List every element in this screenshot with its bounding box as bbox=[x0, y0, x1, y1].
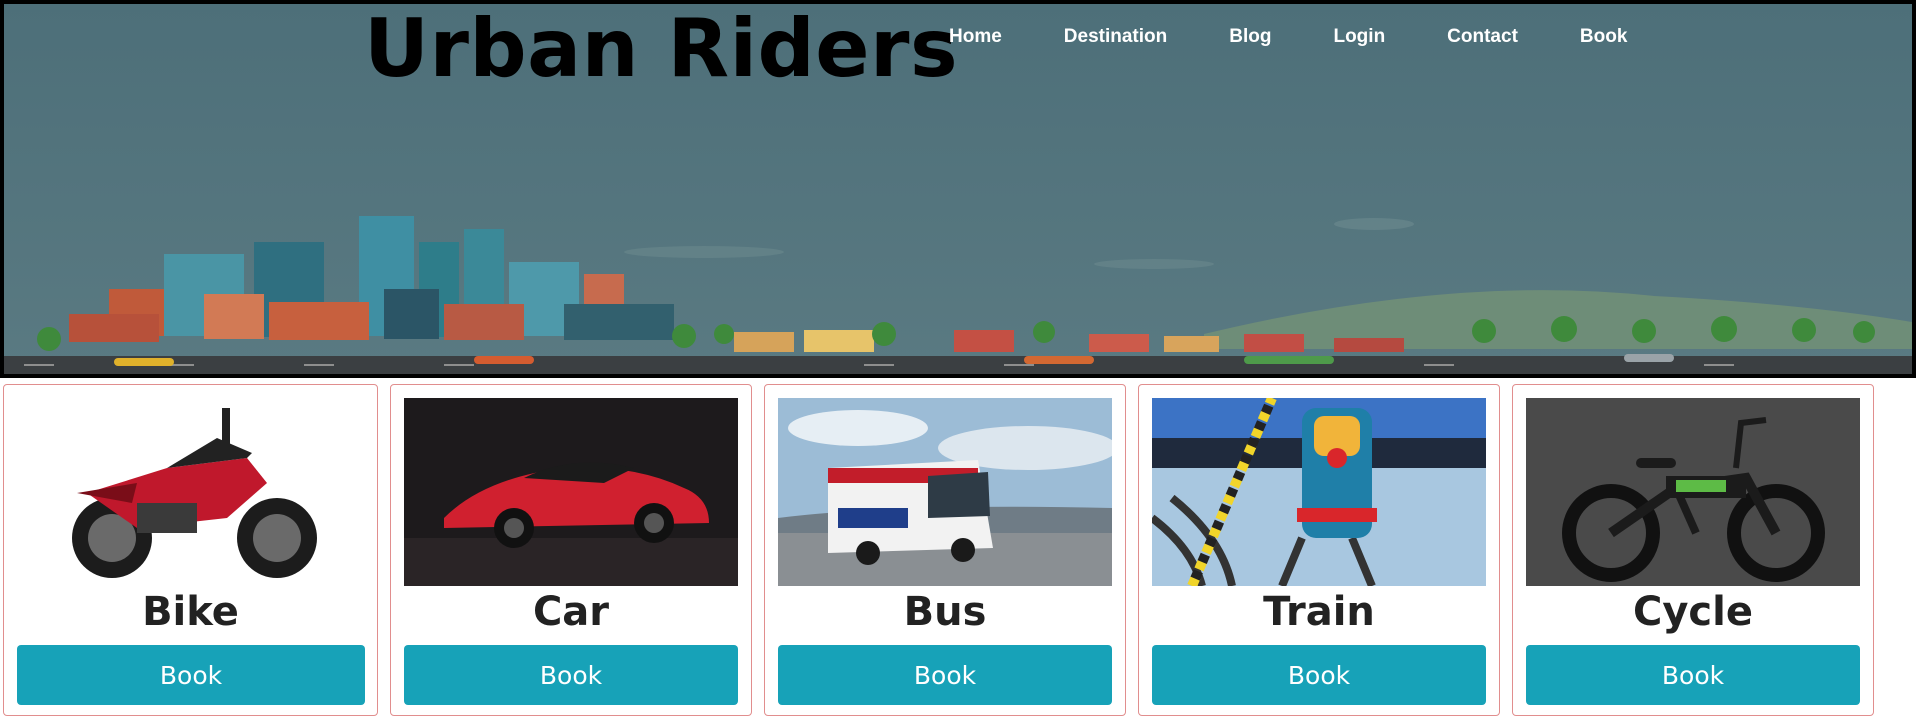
book-car-button[interactable]: Book bbox=[404, 645, 738, 705]
book-train-button[interactable]: Book bbox=[1152, 645, 1486, 705]
vehicle-title: Train bbox=[1263, 589, 1375, 635]
book-bus-button[interactable]: Book bbox=[778, 645, 1112, 705]
main-nav: Home Destination Blog Login Contact Book bbox=[949, 26, 1627, 48]
vehicle-card-bus: Bus Book bbox=[764, 384, 1126, 716]
sports-car-image bbox=[404, 398, 738, 586]
nav-contact[interactable]: Contact bbox=[1447, 26, 1518, 48]
vehicle-title: Cycle bbox=[1633, 589, 1753, 635]
vehicle-card-car: Car Book bbox=[390, 384, 752, 716]
vehicle-card-bike: Bike Book bbox=[3, 384, 378, 716]
nav-blog[interactable]: Blog bbox=[1229, 26, 1271, 48]
motorcycle-image bbox=[17, 398, 365, 586]
book-bike-button[interactable]: Book bbox=[17, 645, 365, 705]
electric-bicycle-image bbox=[1526, 398, 1860, 586]
vehicle-cards: Bike Book Car Book Bus Book Train Book C… bbox=[3, 384, 1913, 716]
book-cycle-button[interactable]: Book bbox=[1526, 645, 1860, 705]
hero-banner: Urban Riders Home Destination Blog Login… bbox=[0, 0, 1916, 378]
nav-login[interactable]: Login bbox=[1333, 26, 1385, 48]
bus-image bbox=[778, 398, 1112, 586]
vehicle-title: Bike bbox=[142, 589, 239, 635]
train-image bbox=[1152, 398, 1486, 586]
nav-destination[interactable]: Destination bbox=[1064, 26, 1167, 48]
nav-book[interactable]: Book bbox=[1580, 26, 1628, 48]
vehicle-card-train: Train Book bbox=[1138, 384, 1500, 716]
vehicle-title: Car bbox=[532, 589, 610, 635]
nav-home[interactable]: Home bbox=[949, 26, 1002, 48]
vehicle-card-cycle: Cycle Book bbox=[1512, 384, 1874, 716]
vehicle-title: Bus bbox=[903, 589, 987, 635]
brand-logo[interactable]: Urban Riders bbox=[364, 4, 958, 94]
